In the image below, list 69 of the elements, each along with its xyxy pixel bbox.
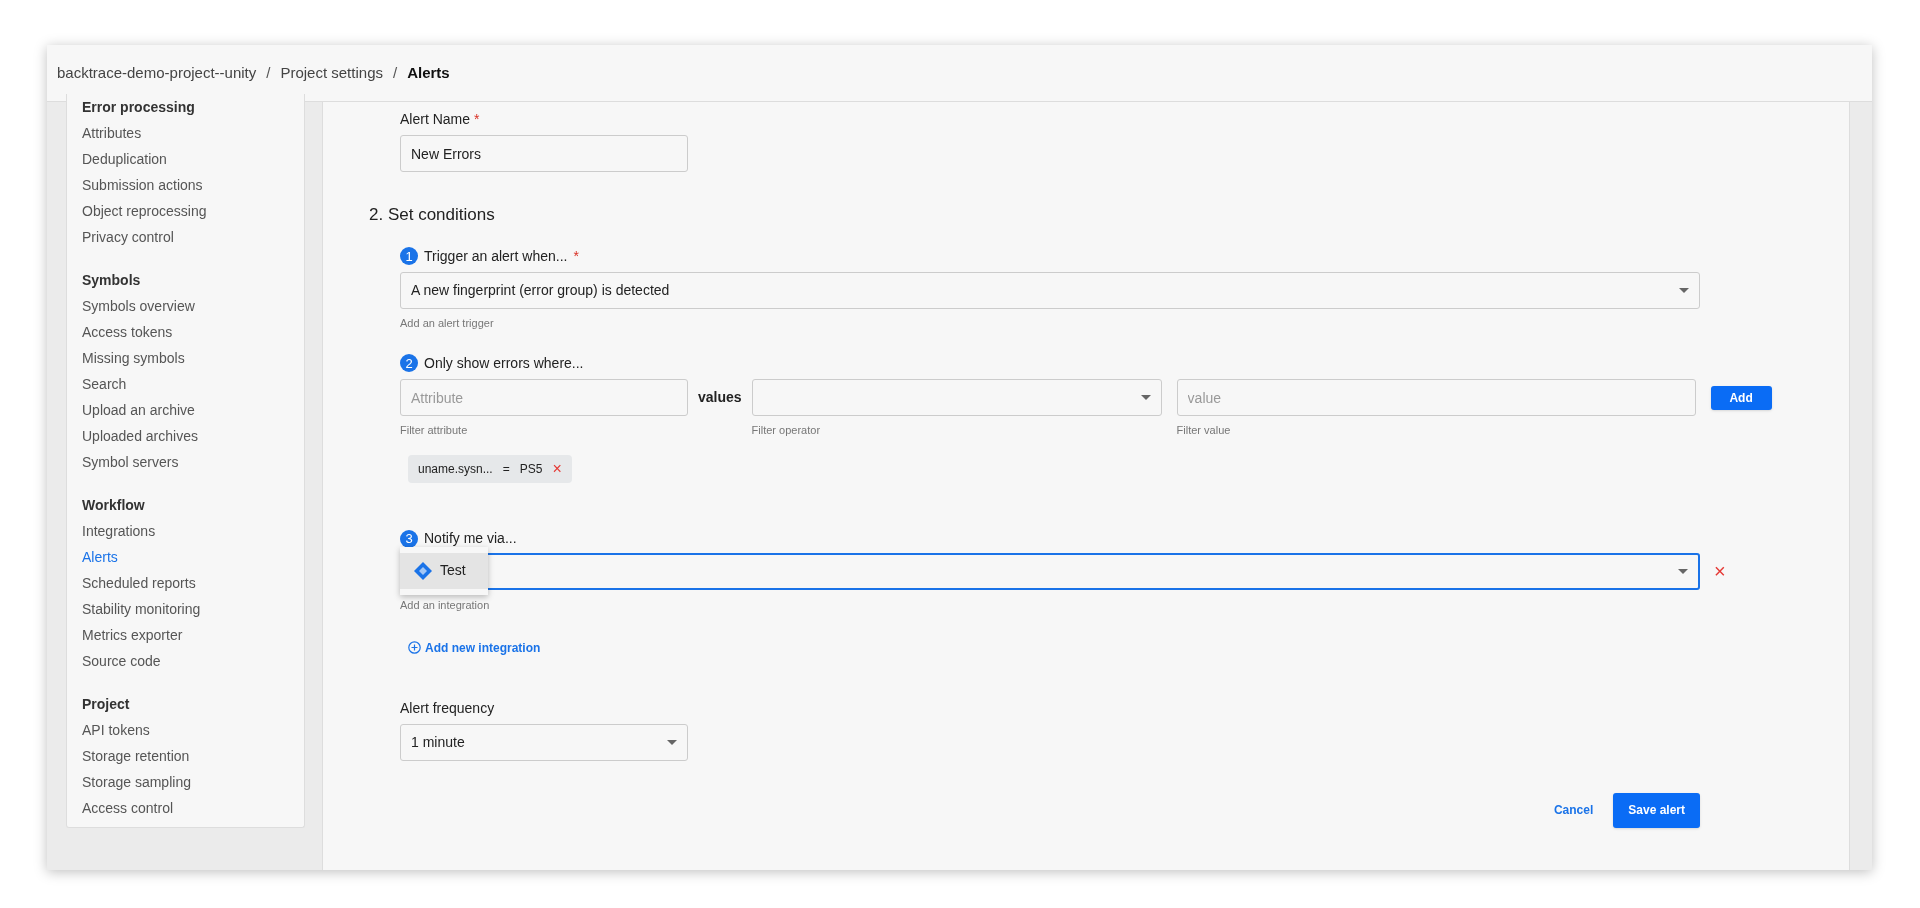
diamond-icon xyxy=(414,561,432,580)
sidebar-item[interactable]: Alerts xyxy=(82,544,289,570)
helper-text: Add an alert trigger xyxy=(400,316,495,329)
sidebar-item[interactable]: Symbols overview xyxy=(82,293,289,319)
sidebar-item[interactable]: Symbol servers xyxy=(82,449,289,475)
breadcrumb-link[interactable]: backtrace-demo-project--unity xyxy=(57,61,257,85)
value-field[interactable]: value xyxy=(1176,379,1696,416)
sidebar-item[interactable]: Source code xyxy=(82,648,289,674)
field-label: Only show errors where... xyxy=(424,353,584,373)
breadcrumb-link[interactable]: Alerts xyxy=(407,61,450,85)
chip-attribute: uname.sysn... xyxy=(418,460,493,478)
sidebar-item[interactable]: Storage retention xyxy=(82,743,289,769)
helper-text: Add an integration xyxy=(400,597,491,611)
helper-text: Filter operator xyxy=(751,423,822,438)
alert-name-field[interactable]: New Errors xyxy=(400,135,688,172)
breadcrumb-link[interactable]: Project settings xyxy=(280,61,383,85)
attribute-field[interactable]: Attribute xyxy=(400,379,688,416)
dropdown-caret-icon xyxy=(1140,395,1151,400)
required-mark: * xyxy=(474,109,480,129)
required-mark: * xyxy=(573,246,579,266)
field-label: Alert Name xyxy=(400,109,471,129)
trigger-select[interactable]: A new fingerprint (error group) is detected xyxy=(400,272,1700,309)
sidebar-heading: Workflow xyxy=(82,496,146,515)
dropdown-caret-icon xyxy=(1679,288,1689,293)
sidebar-item[interactable]: Access control xyxy=(82,795,289,821)
step-badge: 1 xyxy=(400,247,418,265)
helper-text: Filter attribute xyxy=(400,423,469,438)
breadcrumb-separator: / xyxy=(266,62,271,83)
sidebar-item[interactable]: Upload an archive xyxy=(82,397,289,423)
remove-integration-button[interactable]: × xyxy=(1714,561,1726,581)
sidebar-heading: Project xyxy=(82,695,131,714)
helper-text: Filter value xyxy=(1176,423,1232,438)
field-label: Notify me via... xyxy=(424,529,517,548)
values-label: values xyxy=(698,388,742,407)
sidebar-item[interactable]: Submission actions xyxy=(82,172,289,198)
sidebar-item[interactable]: Access tokens xyxy=(82,319,289,345)
sidebar-item[interactable]: Storage sampling xyxy=(82,769,289,795)
section-title: 2. Set conditions xyxy=(369,204,496,226)
add-button[interactable]: Add xyxy=(1710,386,1772,410)
save-alert-button[interactable]: Save alert xyxy=(1613,792,1700,828)
sidebar-item[interactable]: Missing symbols xyxy=(82,345,289,371)
add-circle-icon xyxy=(408,641,421,654)
sidebar-item[interactable]: Search xyxy=(82,371,289,397)
sidebar-item[interactable]: Deduplication xyxy=(82,146,289,172)
dropdown-caret-icon xyxy=(1678,568,1688,574)
sidebar-item[interactable]: Scheduled reports xyxy=(82,570,289,596)
frequency-select[interactable]: 1 minute xyxy=(400,723,688,761)
add-integration-link[interactable]: Add new integration xyxy=(408,638,541,657)
step-badge: 2 xyxy=(400,354,418,372)
dropdown-option[interactable]: Test xyxy=(400,552,488,589)
field-label: Trigger an alert when... xyxy=(424,246,568,266)
dropdown-caret-icon xyxy=(667,739,677,745)
field-label: Alert frequency xyxy=(400,698,496,718)
sidebar-item[interactable]: Integrations xyxy=(82,518,289,544)
step-badge: 3 xyxy=(400,529,418,548)
sidebar-item[interactable]: Attributes xyxy=(82,120,289,146)
sidebar-item[interactable]: Privacy control xyxy=(82,224,289,250)
cancel-button[interactable]: Cancel xyxy=(1553,801,1594,819)
sidebar-heading: Error processing xyxy=(82,98,196,117)
remove-chip-button[interactable]: × xyxy=(552,460,562,477)
sidebar-heading: Symbols xyxy=(82,271,142,290)
sidebar-item[interactable]: Stability monitoring xyxy=(82,596,289,622)
breadcrumb-separator: / xyxy=(392,62,398,83)
sidebar-item[interactable]: Object reprocessing xyxy=(82,198,289,224)
sidebar-item[interactable]: API tokens xyxy=(82,717,289,743)
sidebar-item[interactable]: Metrics exporter xyxy=(82,622,289,648)
chip-value: PS5 xyxy=(519,460,543,478)
chip-operator: = xyxy=(502,460,510,478)
sidebar-item[interactable]: Uploaded archives xyxy=(82,423,289,449)
